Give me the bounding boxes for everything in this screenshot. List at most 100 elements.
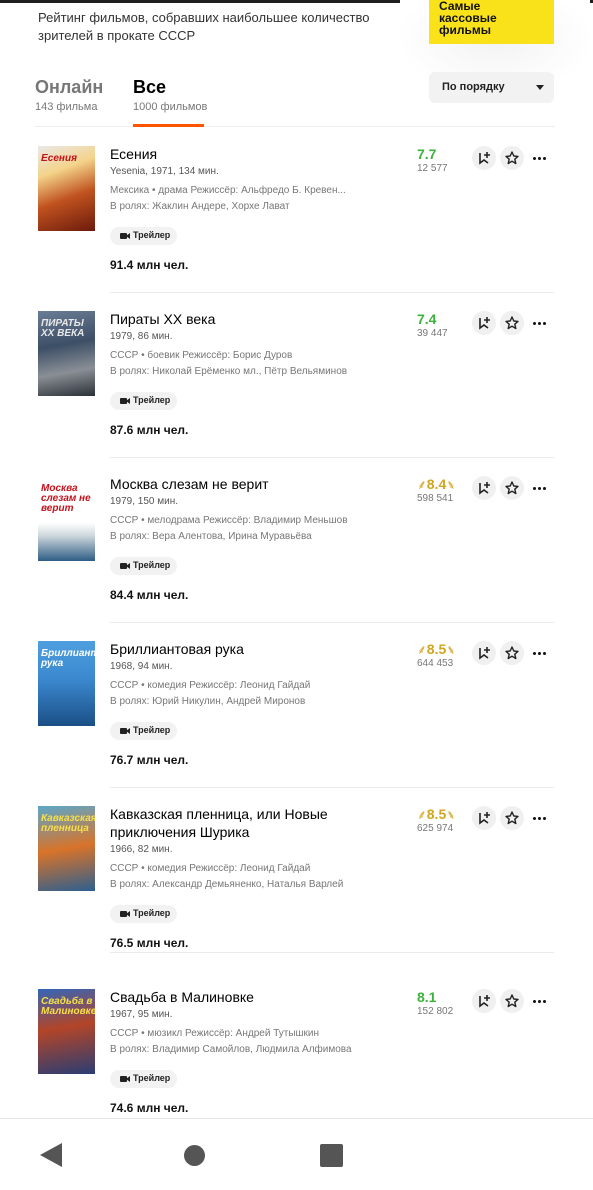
laurel-left-icon: ⸙: [417, 642, 427, 657]
star-icon: [505, 316, 519, 330]
movie-genre-director: СССР • мюзикл Режиссёр: Андрей Тутышкин: [110, 1028, 320, 1039]
more-icon[interactable]: [533, 155, 549, 161]
favorite-button[interactable]: [500, 641, 524, 665]
dot: [533, 487, 536, 490]
page: Рейтинг фильмов, собравших наибольшее ко…: [0, 0, 593, 1190]
movie-cast: В ролях: Николай Ерёменко мл., Пётр Вель…: [110, 366, 348, 377]
rating-score: 7.7: [417, 146, 436, 162]
movie-poster[interactable]: Москва слезам не верит: [38, 476, 95, 561]
dot: [538, 322, 541, 325]
trailer-button[interactable]: Трейлер: [110, 227, 177, 245]
tab-all-count: 1000 фильмов: [133, 101, 208, 113]
tab-all[interactable]: Все 1000 фильмов: [133, 76, 207, 113]
list-item[interactable]: Кавказская пленница Кавказская пленница, …: [0, 806, 593, 956]
movie-title[interactable]: Свадьба в Малиновке: [110, 988, 370, 1006]
movie-year-duration: Yesenia, 1971, 134 мин.: [110, 166, 219, 177]
viewers-count: 87.6 млн чел.: [110, 423, 189, 437]
trailer-button[interactable]: Трейлер: [110, 392, 177, 410]
more-icon[interactable]: [533, 650, 549, 656]
trailer-label: Трейлер: [133, 725, 171, 735]
movie-genre-director: СССР • комедия Режиссёр: Леонид Гайдай: [110, 863, 311, 874]
trailer-button[interactable]: Трейлер: [110, 557, 177, 575]
add-to-folder-icon: [479, 482, 490, 495]
favorite-button[interactable]: [500, 146, 524, 170]
votes-count: 152 802: [417, 1006, 454, 1017]
video-camera-icon: [120, 398, 130, 404]
poster-title: Есения: [41, 153, 77, 164]
favorite-button[interactable]: [500, 989, 524, 1013]
trailer-button[interactable]: Трейлер: [110, 905, 177, 923]
dot: [538, 157, 541, 160]
star-icon: [505, 994, 519, 1008]
chevron-down-icon: [536, 85, 544, 90]
favorite-button[interactable]: [500, 476, 524, 500]
movie-title[interactable]: Пираты XX века: [110, 310, 370, 328]
laurel-right-icon: ⸙: [446, 807, 456, 822]
list-divider: [110, 457, 554, 458]
dot: [533, 322, 536, 325]
dot: [538, 817, 541, 820]
add-to-folder-icon: [479, 995, 490, 1008]
more-icon[interactable]: [533, 998, 549, 1004]
movie-year-duration: 1966, 82 мин.: [110, 844, 173, 855]
home-icon[interactable]: [184, 1145, 205, 1166]
add-to-folder-button[interactable]: [472, 806, 496, 830]
more-icon[interactable]: [533, 815, 549, 821]
rating-score: ⸙8.4⸙: [417, 476, 456, 493]
video-camera-icon: [120, 563, 130, 569]
more-icon[interactable]: [533, 320, 549, 326]
rating-score: 8.1: [417, 989, 436, 1005]
trailer-button[interactable]: Трейлер: [110, 1070, 177, 1088]
votes-count: 598 541: [417, 493, 454, 504]
back-icon[interactable]: [40, 1143, 62, 1167]
add-to-folder-button[interactable]: [472, 311, 496, 335]
movie-year-duration: 1979, 86 мин.: [110, 331, 173, 342]
sort-label: По порядку: [442, 81, 505, 93]
viewers-count: 84.4 млн чел.: [110, 588, 189, 602]
trailer-button[interactable]: Трейлер: [110, 722, 177, 740]
add-to-folder-icon: [479, 317, 490, 330]
add-to-folder-button[interactable]: [472, 989, 496, 1013]
votes-count: 625 974: [417, 823, 454, 834]
list-item[interactable]: Свадьба в Малиновке Свадьба в Малиновке 19…: [0, 989, 593, 1139]
dot: [538, 652, 541, 655]
dot: [543, 322, 546, 325]
more-icon[interactable]: [533, 485, 549, 491]
video-camera-icon: [120, 911, 130, 917]
movie-genre-director: СССР • мелодрама Режиссёр: Владимир Мень…: [110, 515, 348, 526]
star-icon: [505, 811, 519, 825]
list-item[interactable]: Москва слезам не верит Москва слезам не в…: [0, 476, 593, 626]
tab-all-label: Все: [133, 77, 167, 97]
add-to-folder-button[interactable]: [472, 476, 496, 500]
list-description: Рейтинг фильмов, собравших наибольшее ко…: [38, 10, 370, 43]
add-to-folder-button[interactable]: [472, 146, 496, 170]
list-item[interactable]: Есения Есения Yesenia, 1971, 134 мин. Мекси…: [0, 146, 593, 296]
favorite-button[interactable]: [500, 806, 524, 830]
star-icon: [505, 151, 519, 165]
tab-online-count: 143 фильма: [35, 101, 98, 113]
viewers-count: 76.7 млн чел.: [110, 753, 189, 767]
movie-title[interactable]: Москва слезам не верит: [110, 475, 370, 493]
movie-poster[interactable]: Свадьба в Малиновке: [38, 989, 95, 1074]
movie-poster[interactable]: Кавказская пленница: [38, 806, 95, 891]
movie-title[interactable]: Кавказская пленница, или Новые приключен…: [110, 805, 370, 841]
add-to-folder-button[interactable]: [472, 641, 496, 665]
list-item[interactable]: Бриллиантовая рука Бриллиантовая рука 1968…: [0, 641, 593, 791]
sort-dropdown[interactable]: По порядку: [429, 72, 554, 103]
favorite-button[interactable]: [500, 311, 524, 335]
poster-title: Москва слезам не верит: [41, 483, 91, 514]
movie-title[interactable]: Есения: [110, 145, 370, 163]
movie-cast: В ролях: Юрий Никулин, Андрей Миронов: [110, 696, 306, 707]
movie-poster[interactable]: Есения: [38, 146, 95, 231]
tab-online[interactable]: Онлайн 143 фильма: [35, 76, 103, 113]
movie-poster[interactable]: Бриллиантовая рука: [38, 641, 95, 726]
movie-poster[interactable]: ПИРАТЫ XX ВЕКА: [38, 311, 95, 396]
poster-title: ПИРАТЫ XX ВЕКА: [41, 318, 85, 339]
recent-apps-icon[interactable]: [320, 1144, 343, 1167]
promo-banner[interactable]: Самые кассовые фильмы: [429, 0, 554, 44]
votes-count: 39 447: [417, 328, 448, 339]
list-item[interactable]: ПИРАТЫ XX ВЕКА Пираты XX века 1979, 86 мин…: [0, 311, 593, 461]
movie-title[interactable]: Бриллиантовая рука: [110, 640, 370, 658]
rating-score: ⸙8.5⸙: [417, 641, 456, 658]
video-camera-icon: [120, 1076, 130, 1082]
